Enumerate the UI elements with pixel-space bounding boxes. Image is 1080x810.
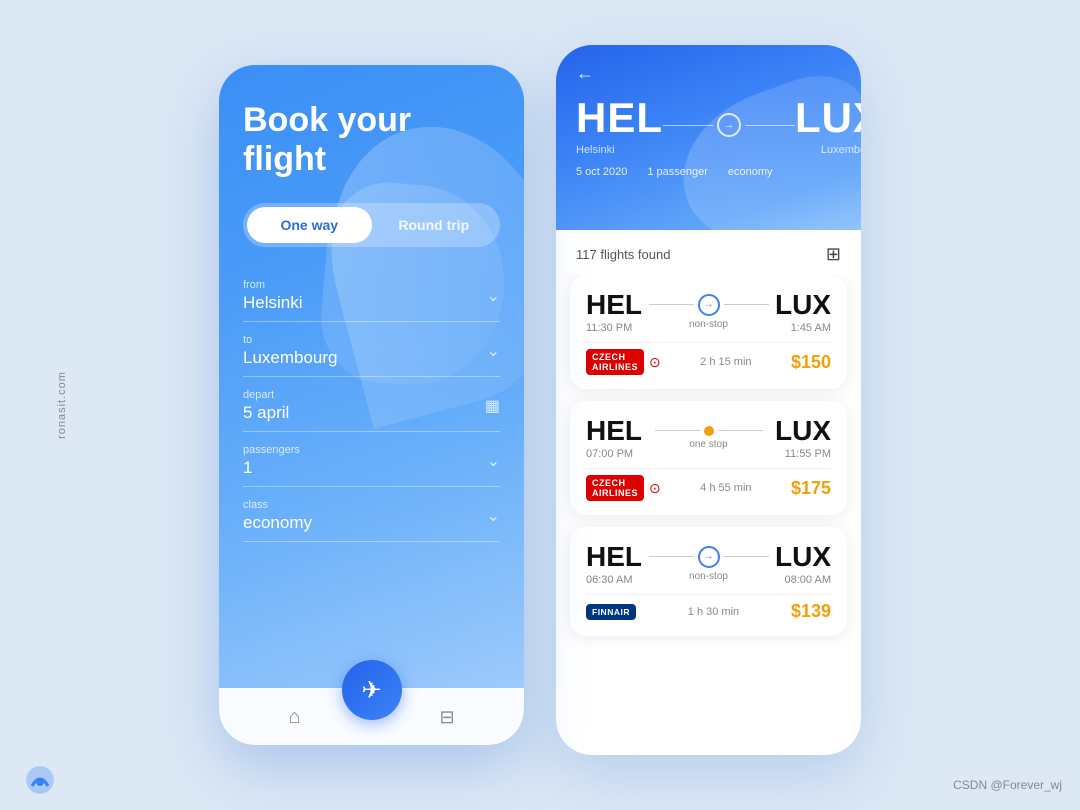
stop-label: one stop [689,439,727,450]
airline-logo: FINNAIR [586,604,636,620]
flight-from-time: 11:30 PM [586,322,642,334]
finnair-badge: FINNAIR [586,604,636,620]
nonstop-icon: → [698,294,720,316]
czech-airlines-badge: CZECHAIRLINES [586,349,644,375]
depart-field[interactable]: depart 5 april ▦ [243,379,500,432]
flight-from-time: 06:30 AM [586,574,642,586]
from-city: Helsinki [576,144,663,156]
stop-label: non-stop [689,319,728,330]
flight-route: HEL 06:30 AM → non-stop LUX 08:00 AM [586,541,831,586]
flight-from-code: HEL [586,541,642,573]
trip-toggle: One way Round trip [243,203,500,247]
passengers-label: passengers [243,444,300,456]
phone-right: ← HEL Helsinki → LUX Luxembourg 5 oct 20… [556,45,861,755]
flight-route: HEL 11:30 PM → non-stop LUX 1:45 AM [586,289,831,334]
flight-passengers: 1 passenger [647,166,708,178]
flight-from-time: 07:00 PM [586,448,642,460]
flight-to-code: LUX [775,289,831,321]
one-stop-icon [704,426,714,436]
watermark-logo [24,764,56,796]
class-label: class [243,499,312,511]
duration: 4 h 55 min [700,482,751,494]
calendar-icon: ▦ [485,396,500,416]
flights-found: 117 flights found [576,247,670,262]
flight-card[interactable]: HEL 11:30 PM → non-stop LUX 1:45 AM [570,275,847,389]
flight-footer: CZECHAIRLINES ⊙ 4 h 55 min $175 [586,468,831,501]
flight-date: 5 oct 2020 [576,166,627,178]
duration: 2 h 15 min [700,356,751,368]
flight-to-code: LUX [775,415,831,447]
flights-scroll[interactable]: HEL 11:30 PM → non-stop LUX 1:45 AM [556,275,861,755]
phones-container: Book yourflight One way Round trip from … [219,65,861,755]
to-chevron-icon: ⌄ [487,341,500,361]
from-code: HEL [576,94,663,142]
watermark-left: ronasit.com [56,371,68,439]
airline-logo: CZECHAIRLINES ⊙ [586,475,661,501]
price: $150 [791,352,831,373]
watermark-bottom-right: CSDN @Forever_wj [953,778,1062,792]
route-row: HEL Helsinki → LUX Luxembourg [576,94,841,156]
class-chevron-icon: ⌄ [487,506,500,526]
stop-label: non-stop [689,571,728,582]
to-label: to [243,334,338,346]
flight-header: ← HEL Helsinki → LUX Luxembourg 5 oct 20… [556,45,861,230]
passengers-value: 1 [243,458,300,478]
flight-route: HEL 07:00 PM one stop LUX 11:55 PM [586,415,831,460]
depart-value: 5 april [243,403,289,423]
depart-label: depart [243,389,289,401]
bottom-nav: ⌂ ✈ ⊟ [219,688,524,745]
flight-card[interactable]: HEL 06:30 AM → non-stop LUX 08:00 AM [570,527,847,636]
bookmark-nav-button[interactable]: ⊟ [419,703,474,732]
price: $139 [791,601,831,622]
to-city: Luxembourg [795,144,861,156]
route-details: 5 oct 2020 1 passenger economy [576,166,841,178]
passengers-chevron-icon: ⌄ [487,451,500,471]
flight-to-time: 11:55 PM [775,448,831,460]
from-value: Helsinki [243,293,303,313]
from-chevron-icon: ⌄ [487,286,500,306]
one-way-button[interactable]: One way [247,207,372,243]
book-title: Book yourflight [243,101,500,179]
round-trip-button[interactable]: Round trip [372,207,497,243]
flight-from-code: HEL [586,289,642,321]
to-field[interactable]: to Luxembourg ⌄ [243,324,500,377]
class-field[interactable]: class economy ⌄ [243,489,500,542]
filter-icon[interactable]: ⊞ [826,244,841,265]
flight-to-code: LUX [775,541,831,573]
from-field[interactable]: from Helsinki ⌄ [243,269,500,322]
flight-card[interactable]: HEL 07:00 PM one stop LUX 11:55 PM [570,401,847,515]
route-arrow-circle: → [717,113,741,137]
to-code: LUX [795,94,861,142]
airline-logo: CZECHAIRLINES ⊙ [586,349,661,375]
flight-to-time: 08:00 AM [775,574,831,586]
flight-class: economy [728,166,773,178]
home-icon: ⌂ [288,706,300,729]
czech-airlines-badge: CZECHAIRLINES [586,475,644,501]
phone-left: Book yourflight One way Round trip from … [219,65,524,745]
duration: 1 h 30 min [688,606,739,618]
class-value: economy [243,513,312,533]
search-flights-button[interactable]: ✈ [342,660,402,720]
route-arrow: → [663,113,795,137]
back-button[interactable]: ← [576,63,841,84]
bookmark-icon: ⊟ [439,707,454,728]
passengers-field[interactable]: passengers 1 ⌄ [243,434,500,487]
flight-footer: FINNAIR 1 h 30 min $139 [586,594,831,622]
nonstop-icon: → [698,546,720,568]
flight-list-header: 117 flights found ⊞ [556,230,861,275]
flight-from-code: HEL [586,415,642,447]
to-value: Luxembourg [243,348,338,368]
flight-to-time: 1:45 AM [775,322,831,334]
price: $175 [791,478,831,499]
plane-icon: ✈ [361,676,381,705]
from-label: from [243,279,303,291]
flight-footer: CZECHAIRLINES ⊙ 2 h 15 min $150 [586,342,831,375]
home-nav-button[interactable]: ⌂ [268,702,320,733]
